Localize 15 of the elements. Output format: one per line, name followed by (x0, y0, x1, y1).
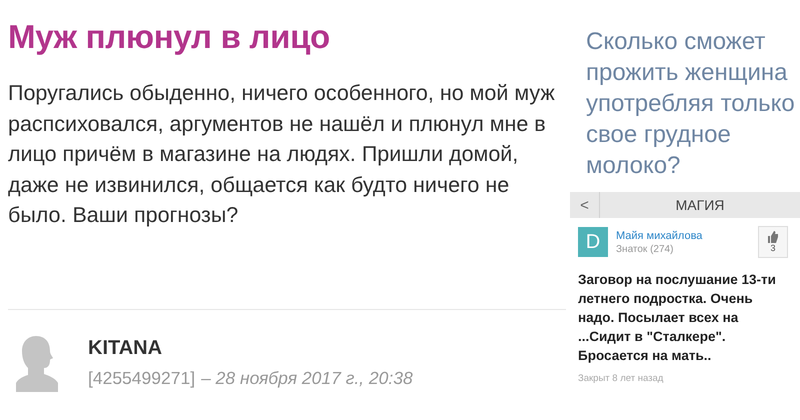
comment-author: KITANA (88, 337, 164, 360)
like-button[interactable]: 3 (758, 226, 788, 258)
question-text: Сколько сможет прожить женщина употребляя только свое грудное молоко? (586, 27, 796, 181)
category-title: МАГИЯ (674, 196, 726, 215)
status-text: Закрыт 8 лет назад (578, 373, 664, 384)
comment-id: [4255499271] (88, 368, 196, 389)
user-name-link[interactable]: Майя михайлова (616, 230, 750, 242)
answer-text: Заговор на послушание 13-ти летнего подростка. Очень надо. Посылает всех на ...Сидит в "Сталкере". Бросается на мать.. (578, 271, 777, 365)
thumbs-up-icon (767, 231, 779, 243)
comment-date: – 28 ноября 2017 г., 20:38 (201, 368, 413, 389)
avatar-icon (16, 334, 60, 392)
user-avatar: D (578, 227, 608, 257)
post-title: Муж плюнул в лицо (8, 18, 331, 56)
user-rank: Знаток (274) (616, 244, 674, 254)
post-text: Поругались обыденно, ничего особенного, но мой муж распсиховался, аргументов не нашёл и плюнул мне в лицо причём в магазине на людях. Пришли домой, даже не извинился, общается как будто ничего не было. Ваши прогнозы? (8, 80, 556, 229)
